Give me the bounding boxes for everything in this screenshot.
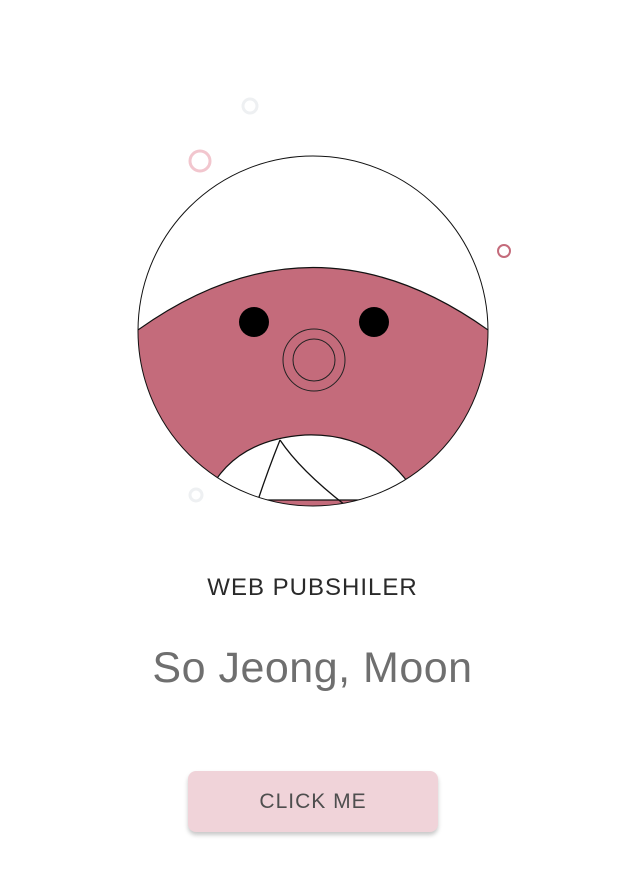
bubble-decoration bbox=[188, 149, 212, 173]
right-eye bbox=[359, 307, 389, 337]
avatar-illustration bbox=[137, 97, 511, 507]
click-me-button[interactable]: CLICK ME bbox=[188, 771, 438, 832]
job-title: WEB PUBSHILER bbox=[207, 574, 418, 601]
bubble-decoration bbox=[497, 244, 511, 258]
bubble-decoration bbox=[188, 487, 204, 503]
left-eye bbox=[239, 307, 269, 337]
person-name: So Jeong, Moon bbox=[152, 644, 473, 692]
bubble-decoration bbox=[241, 97, 259, 115]
